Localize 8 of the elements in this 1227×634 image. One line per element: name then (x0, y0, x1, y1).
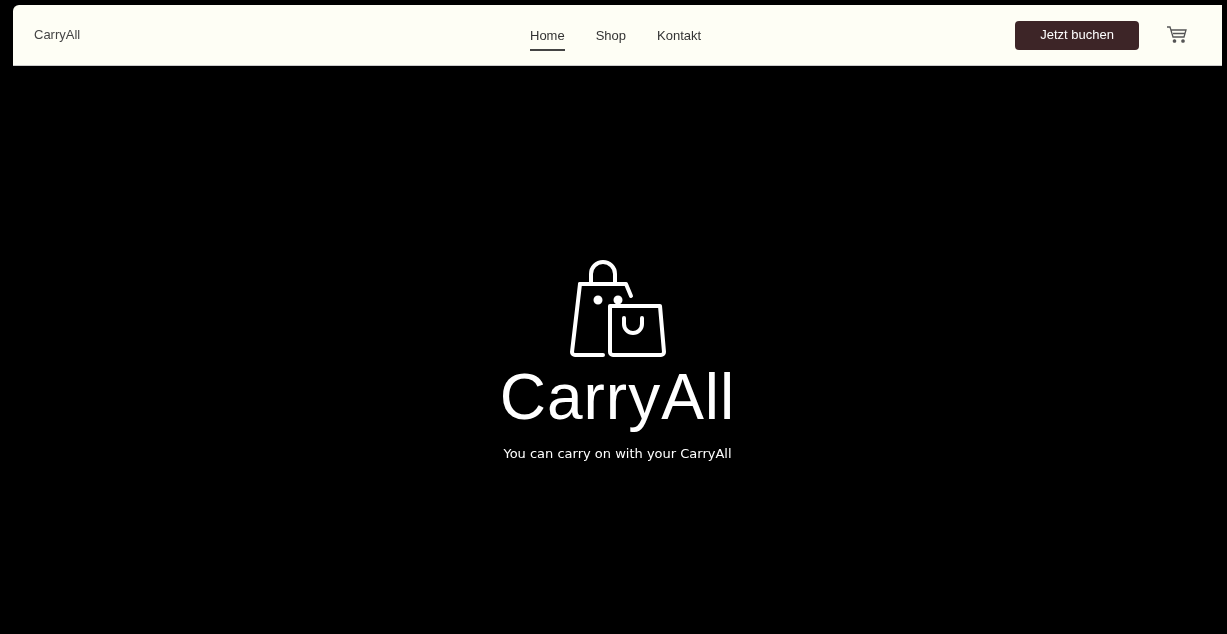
nav-link[interactable]: Kontakt (657, 26, 702, 51)
brand-name[interactable]: CarryAll (34, 25, 81, 45)
booking-button[interactable]: Jetzt buchen (1015, 20, 1139, 50)
cart-icon[interactable] (1166, 26, 1188, 44)
nav-link[interactable]: Shop (595, 26, 627, 51)
logo-text: CarryAll (499, 362, 736, 432)
tagline: You can carry on with your CarryAll (503, 445, 732, 463)
nav-link[interactable]: Home (530, 26, 565, 51)
